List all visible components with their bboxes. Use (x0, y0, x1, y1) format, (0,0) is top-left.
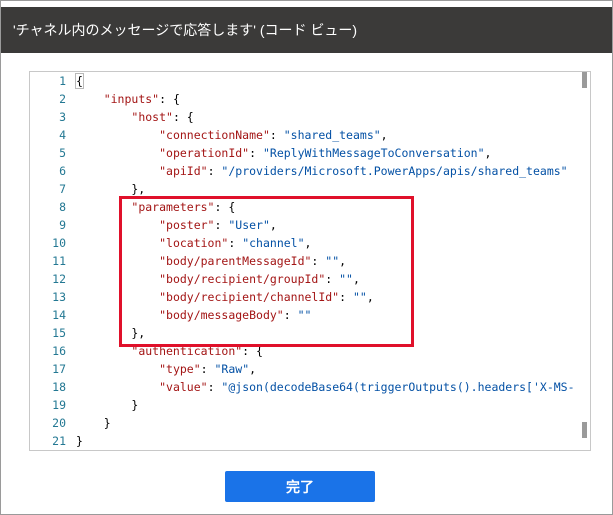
code-token: : (207, 164, 222, 178)
code-token: }, (76, 182, 146, 196)
code-line[interactable]: 4 "connectionName": "shared_teams", (30, 126, 590, 144)
line-number: 3 (59, 110, 66, 124)
code-line[interactable]: 17 "type": "Raw", (30, 360, 590, 378)
code-token: , (484, 146, 492, 160)
code-token: } (76, 398, 139, 412)
done-button[interactable]: 完了 (225, 471, 375, 502)
scrollbar-bottom-marker (582, 422, 587, 438)
code-token: "@json(decodeBase64(triggerOutputs().hea… (221, 380, 575, 394)
code-token: } (76, 434, 83, 448)
dialog-title: 'チャネル内のメッセージで応答します' (コード ビュー) (1, 7, 612, 53)
line-number: 9 (59, 218, 66, 232)
code-token: : (269, 128, 284, 142)
code-token: "ReplyWithMessageToConversation" (262, 146, 485, 160)
code-token: "value" (159, 380, 208, 394)
line-number: 5 (59, 146, 66, 160)
line-number: 12 (52, 272, 66, 286)
line-number: 10 (52, 236, 66, 250)
code-token: : { (159, 92, 180, 106)
code-token: { (75, 73, 84, 89)
line-number: 6 (59, 164, 66, 178)
code-line[interactable]: 20 } (30, 414, 590, 432)
code-token: , (249, 362, 257, 376)
code-line[interactable]: 19 } (30, 396, 590, 414)
code-token: "shared_teams" (283, 128, 381, 142)
code-token: : (207, 380, 222, 394)
code-line[interactable]: 6 "apiId": "/providers/Microsoft.PowerAp… (30, 162, 590, 180)
line-code: "type": "Raw", (76, 360, 256, 378)
line-number: 16 (52, 344, 66, 358)
code-token: "Raw" (214, 362, 250, 376)
code-token: : { (172, 110, 194, 124)
dialog-pointer-caret (297, 1, 311, 7)
code-token: "inputs" (103, 92, 160, 106)
code-line[interactable]: 21} (30, 432, 590, 450)
code-line[interactable]: 1{ (30, 72, 590, 90)
code-line[interactable]: 2 "inputs": { (30, 90, 590, 108)
code-line[interactable]: 5 "operationId": "ReplyWithMessageToConv… (30, 144, 590, 162)
code-token: "type" (159, 362, 201, 376)
line-number: 14 (52, 308, 66, 322)
line-number: 21 (52, 434, 66, 448)
line-number: 17 (52, 362, 66, 376)
line-number: 8 (59, 200, 66, 214)
line-number: 19 (52, 398, 66, 412)
code-token: : (249, 146, 263, 160)
line-number: 1 (59, 74, 66, 88)
code-token: "operationId" (159, 146, 250, 160)
line-code: "operationId": "ReplyWithMessageToConver… (76, 144, 491, 162)
line-number: 13 (52, 290, 66, 304)
code-token: : (200, 362, 215, 376)
code-token: "apiId" (159, 164, 208, 178)
code-token: , (380, 128, 388, 142)
line-code: "value": "@json(decodeBase64(triggerOutp… (76, 378, 575, 396)
scrollbar-top-marker (582, 72, 587, 88)
line-number: 18 (52, 380, 66, 394)
line-code: } (76, 396, 138, 414)
code-token: "/providers/Microsoft.PowerApps/apis/sha… (221, 164, 568, 178)
code-view-dialog: 'チャネル内のメッセージで応答します' (コード ビュー) 1{2 "input… (0, 0, 613, 515)
line-number: 2 (59, 92, 66, 106)
line-number: 20 (52, 416, 66, 430)
editor-scrollbar[interactable] (576, 72, 590, 450)
line-number: 7 (59, 182, 66, 196)
code-token: "connectionName" (159, 128, 270, 142)
line-code: "inputs": { (76, 90, 180, 108)
line-code: "connectionName": "shared_teams", (76, 126, 388, 144)
line-code: } (76, 432, 83, 450)
line-code: "host": { (76, 108, 194, 126)
line-number: 15 (52, 326, 66, 340)
line-code: "apiId": "/providers/Microsoft.PowerApps… (76, 162, 568, 180)
line-number: 4 (59, 128, 66, 142)
code-line[interactable]: 3 "host": { (30, 108, 590, 126)
line-code: { (75, 72, 84, 90)
code-token: "host" (131, 110, 173, 124)
parameters-highlight-box (119, 196, 414, 347)
line-number: 11 (52, 254, 66, 268)
code-token: } (76, 416, 111, 430)
code-line[interactable]: 18 "value": "@json(decodeBase64(triggerO… (30, 378, 590, 396)
line-code: } (76, 414, 111, 432)
